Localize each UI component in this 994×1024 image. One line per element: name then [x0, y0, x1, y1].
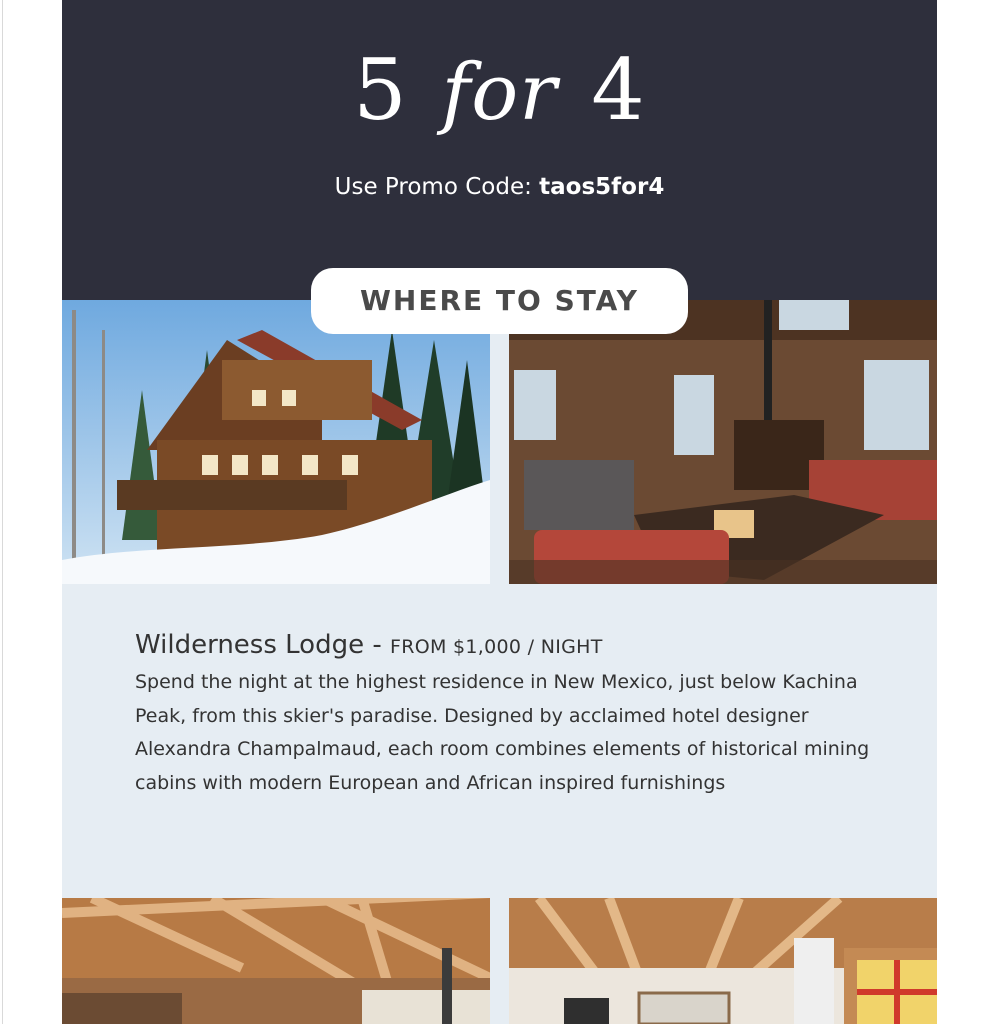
listing-photo-row-next	[62, 898, 937, 1024]
promo-code-value[interactable]: taos5for4	[539, 174, 664, 200]
listing-separator: -	[364, 630, 391, 660]
wood-ceiling-interior-image	[62, 898, 490, 1024]
listing-description: Spend the night at the highest residence…	[135, 671, 870, 794]
section-heading-where-to-stay: WHERE TO STAY	[311, 268, 688, 334]
promo-title-num2: 4	[591, 41, 646, 139]
listing-price: FROM $1,000 / NIGHT	[390, 636, 603, 658]
promo-code-line: Use Promo Code: taos5for4	[62, 174, 937, 200]
promo-title-num1: 5	[353, 41, 408, 139]
window-edge	[2, 0, 3, 1024]
promo-code-label: Use Promo Code:	[334, 174, 532, 200]
email-body: 5 for 4 Use Promo Code: taos5for4 WHERE …	[62, 0, 937, 1024]
lodge-exterior-photo[interactable]	[62, 300, 490, 584]
promo-title-for: for	[441, 48, 558, 138]
listing-heading: Wilderness Lodge - FROM $1,000 / NIGHT	[135, 630, 875, 660]
wood-ceiling-room-photo[interactable]	[509, 898, 937, 1024]
listing-name[interactable]: Wilderness Lodge	[135, 630, 364, 660]
promo-title: 5 for 4	[62, 48, 937, 132]
promo-banner: 5 for 4 Use Promo Code: taos5for4	[62, 0, 937, 300]
lodge-exterior-image	[62, 300, 490, 584]
wood-ceiling-room-image	[509, 898, 937, 1024]
lodge-living-room-image	[509, 300, 937, 584]
listing-photo-row	[62, 300, 937, 584]
wood-ceiling-interior-photo[interactable]	[62, 898, 490, 1024]
email-page: 5 for 4 Use Promo Code: taos5for4 WHERE …	[0, 0, 994, 1024]
lodge-living-room-photo[interactable]	[509, 300, 937, 584]
listing-wilderness-lodge: Wilderness Lodge - FROM $1,000 / NIGHT S…	[135, 630, 875, 800]
